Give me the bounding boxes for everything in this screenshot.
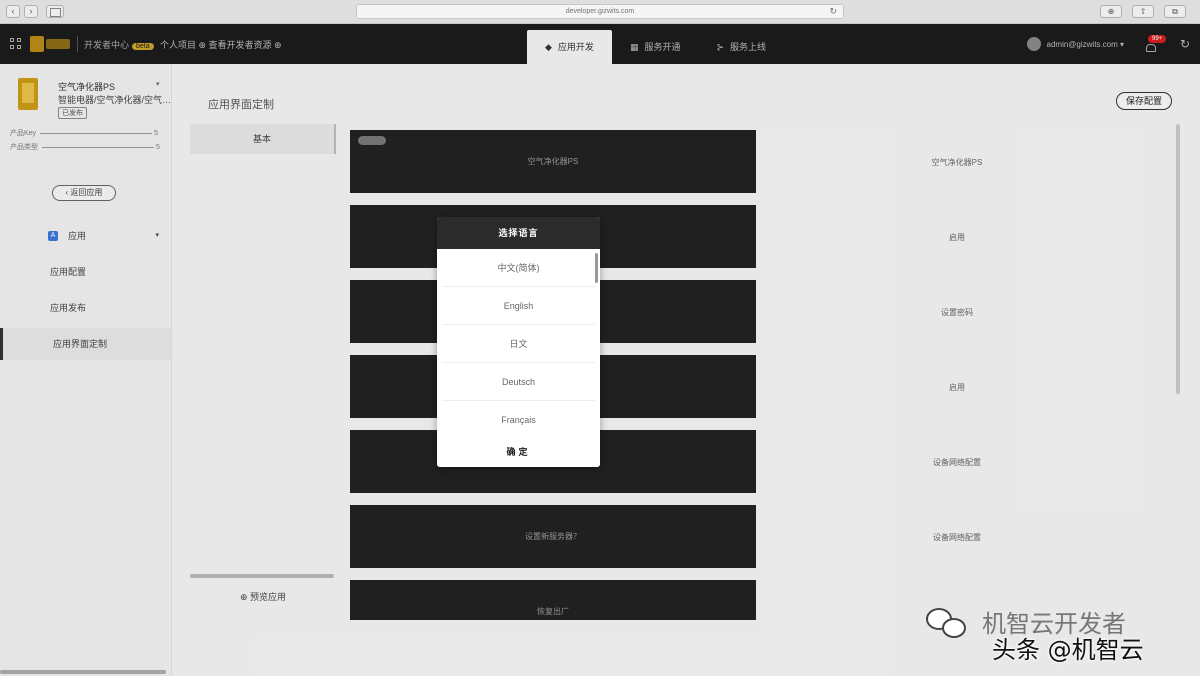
language-option[interactable]: Deutsch	[442, 363, 595, 401]
language-option[interactable]: 中文(简体)	[442, 249, 595, 287]
modal-scrollbar[interactable]	[595, 253, 598, 283]
language-option[interactable]: English	[442, 287, 595, 325]
modal-title: 选择语言	[437, 217, 600, 249]
watermark: 机智云开发者 头条 @机智云	[922, 604, 1182, 664]
wechat-icon	[926, 608, 970, 638]
language-picker-modal: 选择语言 中文(简体) English 日文 Deutsch Français …	[437, 217, 600, 467]
modal-overlay[interactable]	[0, 0, 1200, 676]
language-option[interactable]: 日文	[442, 325, 595, 363]
confirm-button[interactable]: 确定	[437, 437, 600, 467]
language-option[interactable]: Français	[442, 401, 595, 439]
watermark-source: 头条 @机智云	[992, 636, 1144, 664]
